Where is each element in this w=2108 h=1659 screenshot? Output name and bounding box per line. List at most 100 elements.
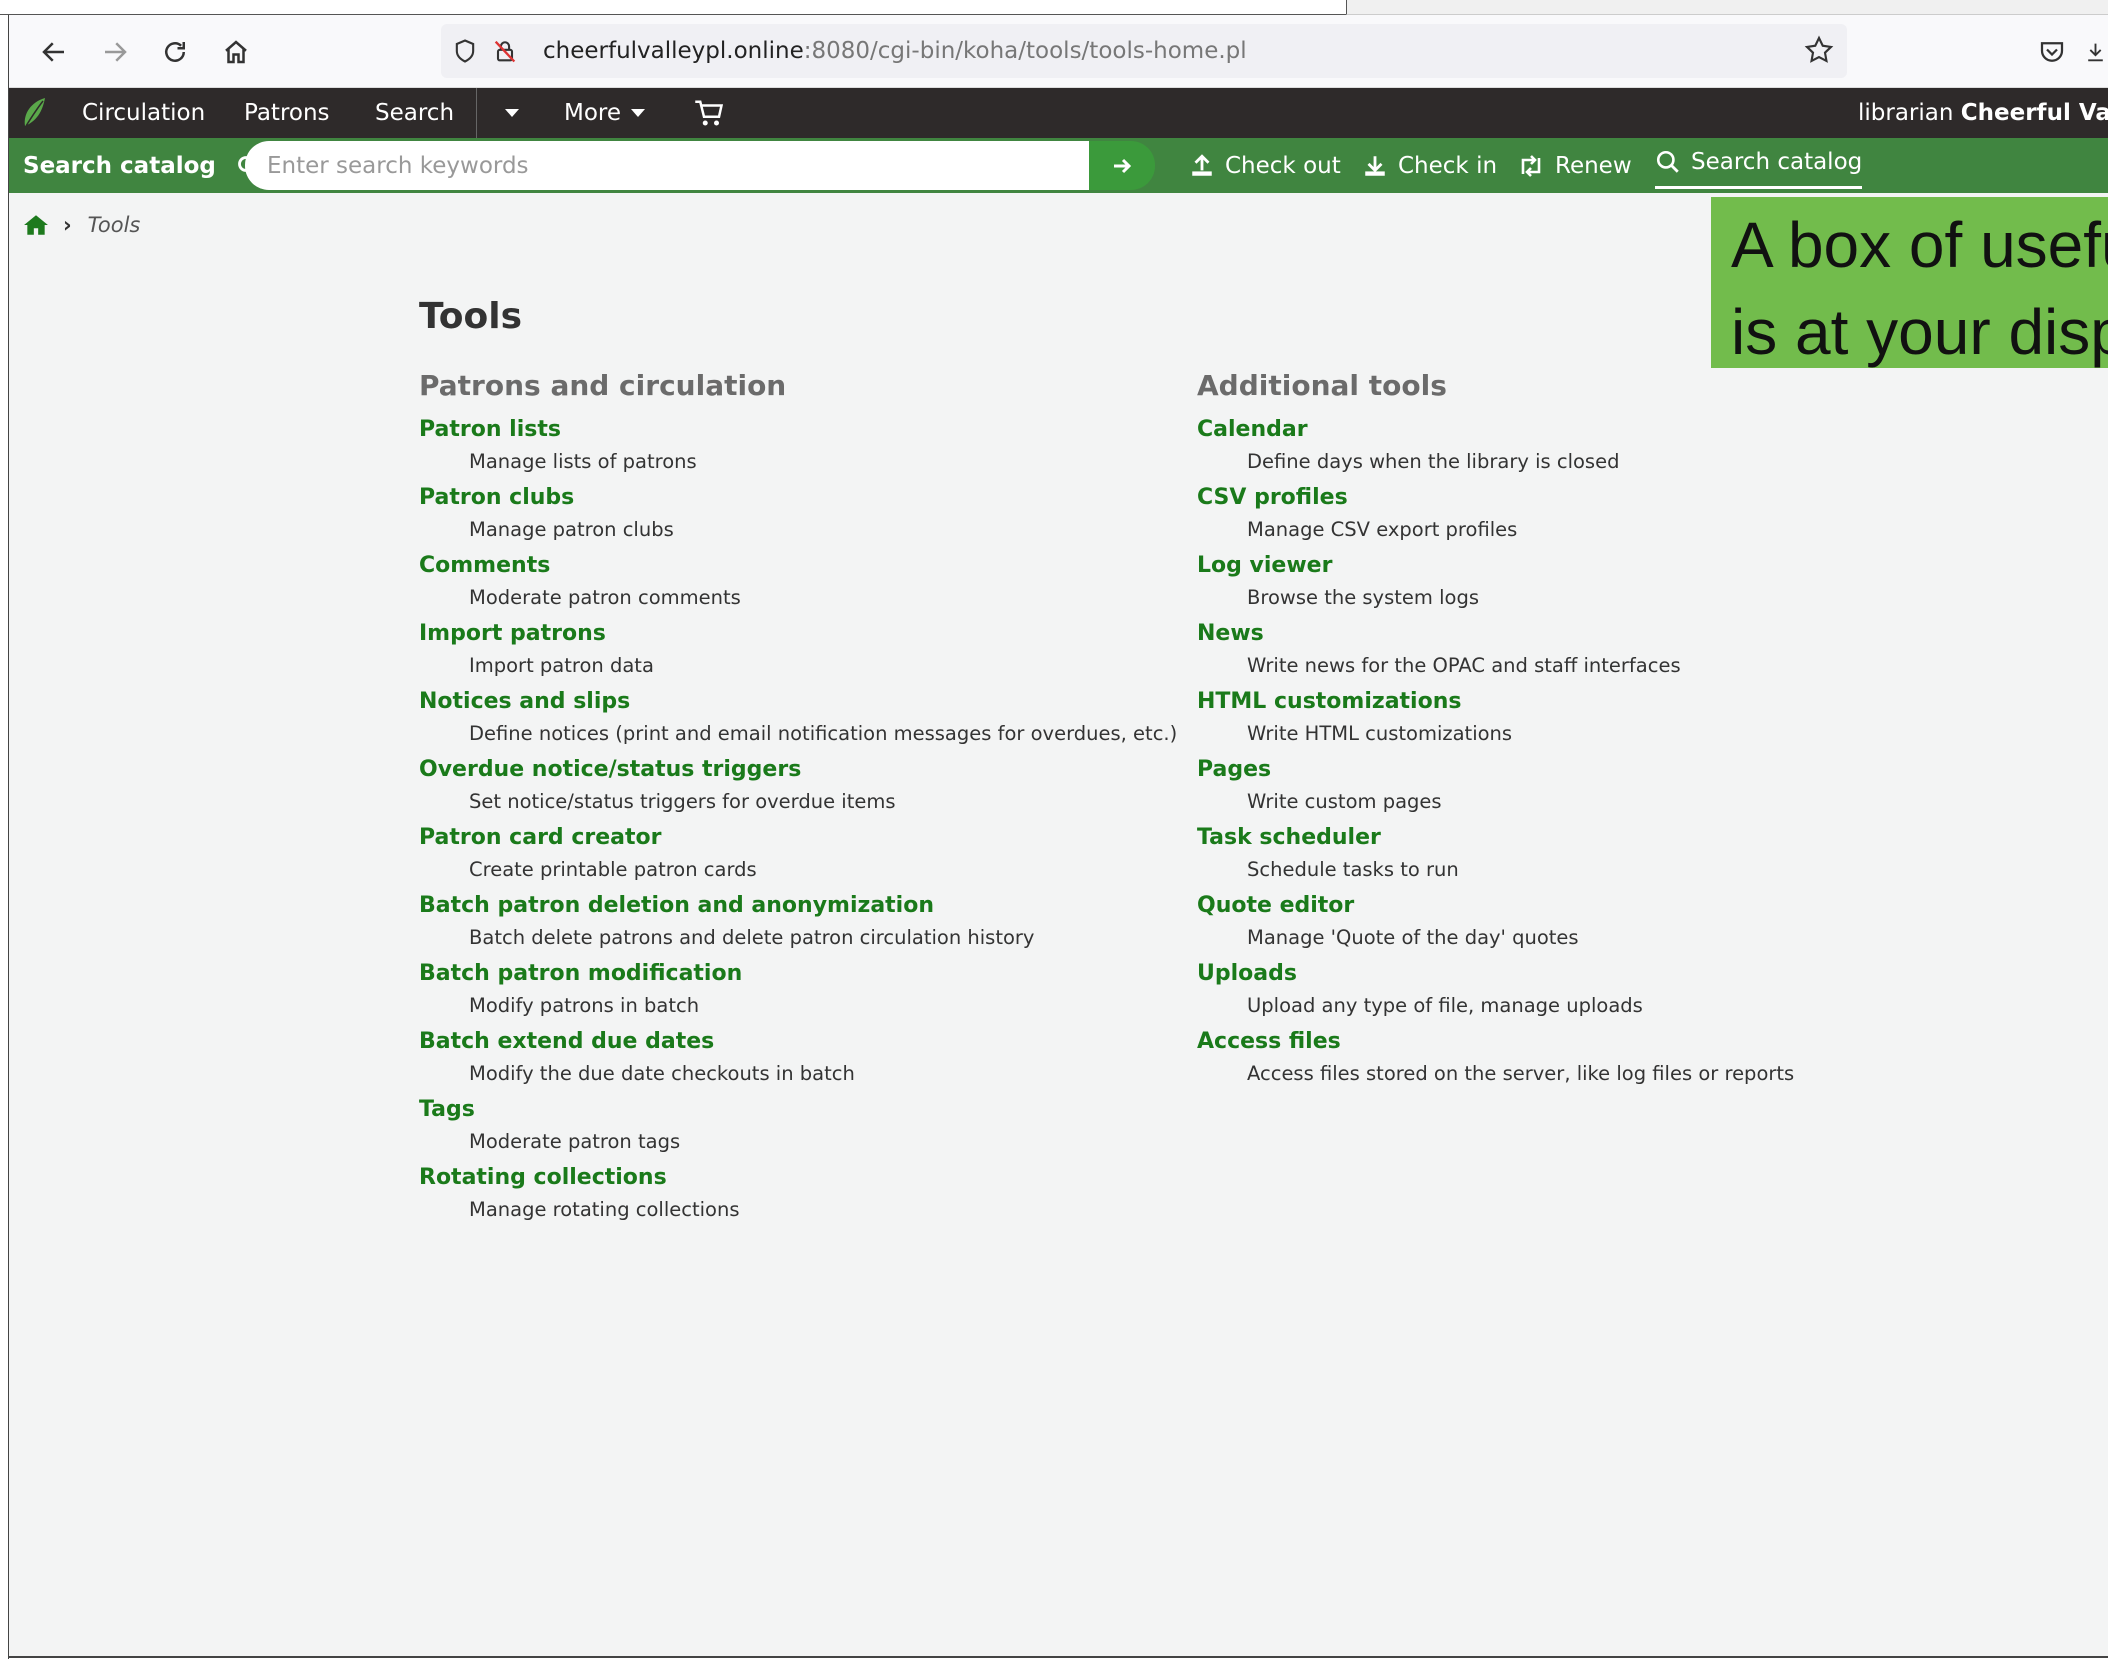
tool-link[interactable]: Calendar [1197,415,1794,445]
tool-link[interactable]: Uploads [1197,959,1794,989]
address-bar[interactable]: cheerfulvalleypl.online:8080/cgi-bin/koh… [441,24,1847,78]
list-item: Batch patron modification Modify patrons … [419,959,1177,1027]
tool-link[interactable]: Task scheduler [1197,823,1794,853]
list-item: Patron lists Manage lists of patrons [419,415,1177,483]
renew-label: Renew [1555,152,1632,179]
tool-link[interactable]: HTML customizations [1197,687,1794,717]
library-name: Cheerful Valley [1960,100,2108,126]
tool-link[interactable]: Quote editor [1197,891,1794,921]
home-icon[interactable] [23,213,49,237]
page-title: Tools [419,296,523,337]
window-frame-bottom [8,1656,2108,1658]
additional-tools-heading: Additional tools [1197,369,1447,402]
list-item: Notices and slips Define notices (print a… [419,687,1177,755]
check-in-label: Check in [1398,152,1498,179]
user-name: librarian [1858,100,1954,126]
list-item: Tags Moderate patron tags [419,1095,1177,1163]
back-icon[interactable] [31,29,77,75]
download-icon [1365,155,1385,176]
tool-description: Schedule tasks to run [1247,858,1459,881]
forward-icon[interactable] [92,29,138,75]
download-icon[interactable] [2083,29,2108,75]
tool-link[interactable]: CSV profiles [1197,483,1794,513]
nav-separator [476,88,477,138]
list-item: CSV profiles Manage CSV export profiles [1197,483,1794,551]
tool-description: Manage lists of patrons [469,450,697,473]
koha-top-nav: Circulation Patrons Search More libraria… [9,88,2108,138]
list-item: Task scheduler Schedule tasks to run [1197,823,1794,891]
main-content: › Tools A box of useful is at your dispo… [9,193,2108,1656]
list-item: Pages Write custom pages [1197,755,1794,823]
nav-more-label: More [564,100,622,126]
tool-description: Write news for the OPAC and staff interf… [1247,654,1681,677]
list-item: Access files Access files stored on the s… [1197,1027,1794,1095]
reload-icon[interactable] [152,29,198,75]
list-item: Batch extend due dates Modify the due dat… [419,1027,1177,1095]
tool-link[interactable]: Overdue notice/status triggers [419,755,1177,785]
cart-icon[interactable] [694,88,724,138]
tool-link[interactable]: Batch patron modification [419,959,1177,989]
breadcrumb-current: Tools [87,213,141,237]
tool-link[interactable]: Import patrons [419,619,1177,649]
tool-description: Manage patron clubs [469,518,674,541]
pocket-icon[interactable] [2029,29,2075,75]
tool-link[interactable]: Comments [419,551,1177,581]
nav-search-dropdown[interactable] [495,88,519,138]
nav-search[interactable]: Search [375,88,454,138]
patrons-circulation-list: Patron lists Manage lists of patrons Patr… [419,415,1177,1231]
list-item: Comments Moderate patron comments [419,551,1177,619]
user-menu[interactable]: librarian Cheerful Valley [1858,88,2108,138]
callout-line-1: A box of useful [1731,209,2108,281]
check-in-link[interactable]: Check in [1362,138,1497,193]
window-frame-top-right [1346,0,2108,15]
search-icon [1656,150,1679,173]
tool-link[interactable]: Log viewer [1197,551,1794,581]
browser-toolbar: cheerfulvalleypl.online:8080/cgi-bin/koh… [9,15,2108,88]
callout-line-2: is at your disposal [1731,296,2108,368]
tool-link[interactable]: News [1197,619,1794,649]
list-item: Uploads Upload any type of file, manage u… [1197,959,1794,1027]
window-frame-top [0,0,1350,15]
tool-description: Manage 'Quote of the day' quotes [1247,926,1579,949]
koha-logo-icon[interactable] [21,88,49,138]
search-submit-button[interactable] [1089,141,1155,190]
tool-link[interactable]: Pages [1197,755,1794,785]
list-item: Rotating collections Manage rotating coll… [419,1163,1177,1231]
search-catalog-link[interactable]: Search catalog [1655,138,1863,189]
tool-link[interactable]: Rotating collections [419,1163,1177,1193]
nav-circulation[interactable]: Circulation [82,88,205,138]
tool-link[interactable]: Tags [419,1095,1177,1125]
tool-link[interactable]: Patron card creator [419,823,1177,853]
tool-description: Import patron data [469,654,654,677]
list-item: Import patrons Import patron data [419,619,1177,687]
nav-patrons[interactable]: Patrons [244,88,330,138]
nav-more[interactable]: More [564,88,646,138]
tool-description: Manage rotating collections [469,1198,740,1221]
tool-link[interactable]: Notices and slips [419,687,1177,717]
patrons-circulation-heading: Patrons and circulation [419,369,787,402]
list-item: Log viewer Browse the system logs [1197,551,1794,619]
home-icon[interactable] [213,29,259,75]
tool-description: Access files stored on the server, like … [1247,1062,1795,1085]
list-item: News Write news for the OPAC and staff in… [1197,619,1794,687]
search-type-toggle[interactable]: Search catalog [23,138,260,193]
tool-link[interactable]: Access files [1197,1027,1794,1057]
tool-description: Write HTML customizations [1247,722,1513,745]
insecure-lock-icon[interactable] [485,24,525,78]
tool-description: Write custom pages [1247,790,1442,813]
renew-link[interactable]: Renew [1517,138,1632,193]
upload-icon [1192,153,1212,176]
check-out-link[interactable]: Check out [1189,138,1341,193]
shield-icon[interactable] [445,24,485,78]
tool-link[interactable]: Patron clubs [419,483,1177,513]
chevron-down-icon [505,109,519,117]
tool-description: Modify the due date checkouts in batch [469,1062,855,1085]
search-input[interactable]: Enter search keywords [245,141,1101,190]
tool-link[interactable]: Patron lists [419,415,1177,445]
url-text[interactable]: cheerfulvalleypl.online:8080/cgi-bin/koh… [543,38,1247,64]
tool-link[interactable]: Batch patron deletion and anonymization [419,891,1177,921]
bookmark-star-icon[interactable] [1803,34,1835,70]
additional-tools-list: Calendar Define days when the library is … [1197,415,1794,1095]
tool-link[interactable]: Batch extend due dates [419,1027,1177,1057]
retweet-icon [1521,154,1541,177]
